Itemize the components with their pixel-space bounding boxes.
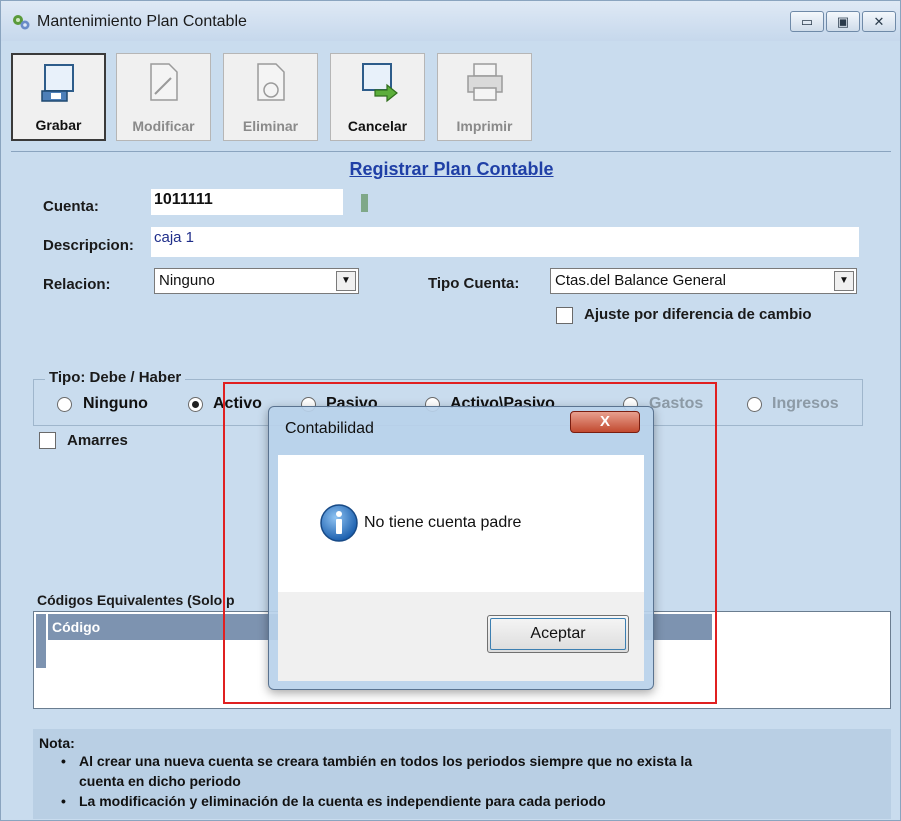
maximize-button[interactable]: ▣ [826,11,860,32]
window-title: Mantenimiento Plan Contable [37,13,247,30]
toolbar: Grabar Modificar Eliminar Cancelar Impri… [11,53,533,143]
radio-ninguno[interactable] [57,397,72,412]
cancelar-button[interactable]: Cancelar [330,53,425,141]
message-dialog[interactable]: Contabilidad X No tiene cuenta padre Ace… [268,406,654,690]
bullet-icon: • [61,753,66,769]
descripcion-label: Descripcion: [43,237,134,254]
radio-ingresos[interactable] [747,397,762,412]
printer-icon [467,63,503,101]
descripcion-input[interactable]: caja 1 [151,227,859,257]
eliminar-button[interactable]: Eliminar [223,53,318,141]
chevron-down-icon[interactable]: ▼ [336,271,356,291]
cuenta-label: Cuenta: [43,198,99,215]
toolbar-divider [11,151,891,152]
row-selector[interactable] [36,614,46,668]
cuenta-input[interactable]: 1011111 [151,189,343,215]
dialog-message: No tiene cuenta padre [364,514,522,531]
radio-ingresos-label: Ingresos [772,395,839,412]
info-icon [320,504,358,542]
gears-icon [13,15,30,30]
amarres-label: Amarres [67,432,128,449]
grabar-button[interactable]: Grabar [11,53,106,141]
tipo-cuenta-label: Tipo Cuenta: [428,275,520,292]
note-title: Nota: [39,735,75,751]
form-title: Registrar Plan Contable [349,159,554,179]
note-panel: Nota: • Al crear una nueva cuenta se cre… [33,729,891,819]
eliminar-label: Eliminar [242,118,299,134]
close-button[interactable]: ✕ [862,11,896,32]
grabar-label: Grabar [35,117,82,133]
aceptar-button[interactable]: Aceptar [487,615,629,653]
imprimir-button[interactable]: Imprimir [437,53,532,141]
cancelar-label: Cancelar [347,118,408,134]
chevron-down-icon[interactable]: ▼ [834,271,854,291]
ajuste-checkbox[interactable] [556,307,573,324]
ajuste-label: Ajuste por diferencia de cambio [584,306,812,323]
radio-activo-label: Activo [213,395,262,412]
save-icon [41,64,74,102]
radio-ninguno-label: Ninguno [83,395,148,412]
relacion-select[interactable]: Ninguno ▼ [154,268,359,294]
note-line-2: La modificación y eliminación de la cuen… [79,793,606,809]
codigos-equivalentes-label: Códigos Equivalentes (Solo p [37,592,235,608]
title-bar[interactable]: Mantenimiento Plan Contable ▭ ▣ ✕ [1,1,900,41]
edit-document-icon [150,63,178,101]
dialog-title: Contabilidad [285,420,374,437]
modificar-label: Modificar [132,118,195,134]
amarres-checkbox[interactable] [39,432,56,449]
status-indicator [361,194,368,212]
minimize-button[interactable]: ▭ [790,11,824,32]
modificar-button[interactable]: Modificar [116,53,211,141]
note-line-1b: cuenta en dicho periodo [79,773,241,789]
delete-document-icon [257,63,285,101]
bullet-icon: • [61,793,66,809]
radio-gastos-label: Gastos [649,395,704,412]
imprimir-label: Imprimir [456,118,513,134]
tipo-cuenta-select[interactable]: Ctas.del Balance General ▼ [550,268,857,294]
radio-activo[interactable] [188,397,203,412]
group-title: Tipo: Debe / Haber [45,369,186,386]
note-line-1: Al crear una nueva cuenta se creara tamb… [79,753,693,769]
relacion-label: Relacion: [43,276,111,293]
tipo-cuenta-value: Ctas.del Balance General [555,272,726,289]
cancel-icon [362,63,398,103]
relacion-value: Ninguno [159,272,215,289]
dialog-close-button[interactable]: X [570,411,640,433]
